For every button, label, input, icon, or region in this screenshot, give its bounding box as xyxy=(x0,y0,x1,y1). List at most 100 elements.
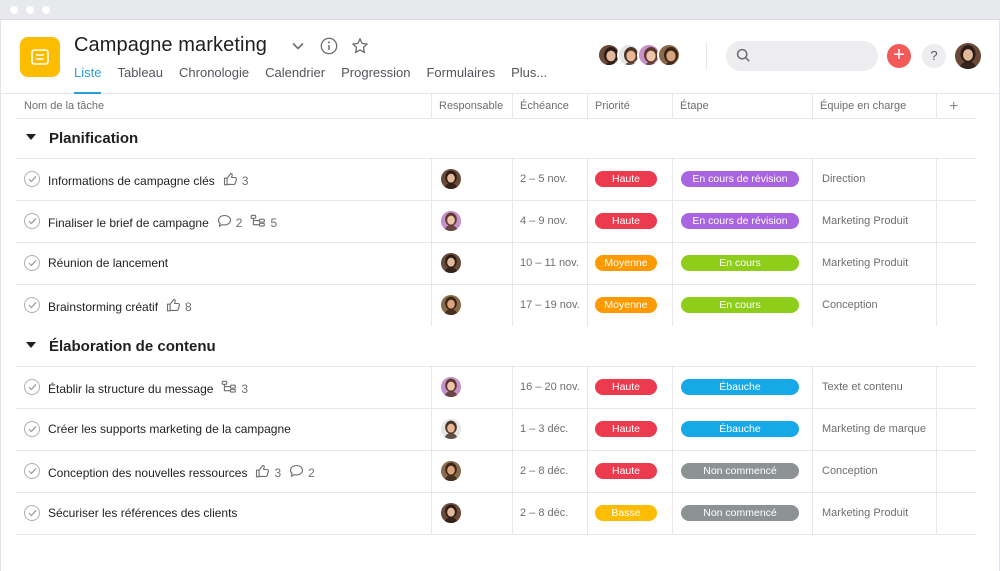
star-icon[interactable] xyxy=(350,36,370,56)
tab-calendrier[interactable]: Calendrier xyxy=(265,64,325,94)
comment-count[interactable]: 2 xyxy=(217,214,242,231)
team-label[interactable]: Direction xyxy=(822,173,865,185)
table-row[interactable]: Sécuriser les références des clients 2 – … xyxy=(16,492,976,534)
priority-badge[interactable]: Moyenne xyxy=(595,255,657,271)
assignee-avatar[interactable] xyxy=(441,377,461,397)
complete-checkbox[interactable] xyxy=(24,505,40,521)
due-date[interactable]: 17 – 19 nov. xyxy=(520,299,580,311)
task-name[interactable]: Sécuriser les références des clients xyxy=(48,506,237,520)
task-name[interactable]: Réunion de lancement xyxy=(48,256,168,270)
help-button[interactable]: ? xyxy=(922,44,946,68)
subtask-icon xyxy=(221,380,241,397)
column-priority[interactable]: Priorité xyxy=(587,94,630,119)
tab-liste[interactable]: Liste xyxy=(74,64,102,94)
table-row[interactable]: Réunion de lancement 10 – 11 nov. Moyenne E… xyxy=(16,242,976,284)
complete-checkbox[interactable] xyxy=(24,421,40,437)
due-date[interactable]: 10 – 11 nov. xyxy=(520,257,579,269)
team-label[interactable]: Texte et contenu xyxy=(822,381,903,393)
section-planification[interactable]: Planification xyxy=(16,120,976,158)
project-members[interactable] xyxy=(597,43,681,69)
priority-badge[interactable]: Moyenne xyxy=(595,297,657,313)
team-label[interactable]: Marketing Produit xyxy=(822,257,908,269)
add-column-button[interactable]: + xyxy=(942,94,958,119)
stage-badge[interactable]: En cours de révision xyxy=(681,171,799,187)
assignee-avatar[interactable] xyxy=(441,419,461,439)
tab-progression[interactable]: Progression xyxy=(341,64,410,94)
stage-badge[interactable]: En cours de révision xyxy=(681,213,799,229)
due-date[interactable]: 2 – 8 déc. xyxy=(520,465,568,477)
table-row[interactable]: Créer les supports marketing de la campa… xyxy=(16,408,976,450)
like-count[interactable]: 8 xyxy=(166,298,192,315)
task-name[interactable]: Établir la structure du message 3 xyxy=(48,380,248,397)
task-name[interactable]: Brainstorming créatif 8 xyxy=(48,298,192,315)
collapse-triangle-icon[interactable] xyxy=(26,342,36,348)
like-count[interactable]: 3 xyxy=(223,172,248,189)
column-due-date[interactable]: Échéance xyxy=(512,94,569,119)
stage-badge[interactable]: Non commencé xyxy=(681,463,799,479)
column-team[interactable]: Équipe en charge xyxy=(812,94,906,119)
task-name[interactable]: Finaliser le brief de campagne 2 5 xyxy=(48,214,277,231)
chevron-down-icon[interactable] xyxy=(288,36,308,56)
add-button[interactable]: + xyxy=(887,44,911,68)
priority-badge[interactable]: Haute xyxy=(595,463,657,479)
team-label[interactable]: Marketing Produit xyxy=(822,215,908,227)
tab-plus[interactable]: Plus... xyxy=(511,64,547,94)
list-document-icon[interactable] xyxy=(20,37,60,77)
priority-badge[interactable]: Haute xyxy=(595,213,657,229)
tab-tableau[interactable]: Tableau xyxy=(117,64,163,94)
priority-badge[interactable]: Haute xyxy=(595,421,657,437)
table-row[interactable]: Établir la structure du message 3 16 – 20 … xyxy=(16,366,976,408)
table-row[interactable]: Finaliser le brief de campagne 2 5 4 – 9 no… xyxy=(16,200,976,242)
subtask-count[interactable]: 5 xyxy=(250,214,277,231)
assignee-avatar[interactable] xyxy=(441,253,461,273)
table-row[interactable]: Brainstorming créatif 8 17 – 19 nov. Moyenn… xyxy=(16,284,976,326)
due-date[interactable]: 16 – 20 nov. xyxy=(520,381,580,393)
complete-checkbox[interactable] xyxy=(24,171,40,187)
stage-badge[interactable]: Ébauche xyxy=(681,421,799,437)
assignee-avatar[interactable] xyxy=(441,295,461,315)
like-count[interactable]: 3 xyxy=(255,464,281,481)
assignee-avatar[interactable] xyxy=(441,211,461,231)
user-avatar[interactable] xyxy=(955,43,981,69)
priority-badge[interactable]: Haute xyxy=(595,379,657,395)
complete-checkbox[interactable] xyxy=(24,255,40,271)
complete-checkbox[interactable] xyxy=(24,213,40,229)
tab-chronologie[interactable]: Chronologie xyxy=(179,64,249,94)
team-label[interactable]: Conception xyxy=(822,299,878,311)
assignee-avatar[interactable] xyxy=(441,503,461,523)
complete-checkbox[interactable] xyxy=(24,297,40,313)
stage-badge[interactable]: Non commencé xyxy=(681,505,799,521)
due-date[interactable]: 2 – 8 déc. xyxy=(520,507,568,519)
assignee-avatar[interactable] xyxy=(441,461,461,481)
info-icon[interactable] xyxy=(319,36,339,56)
priority-badge[interactable]: Basse xyxy=(595,505,657,521)
avatar[interactable] xyxy=(657,43,681,67)
assignee-avatar[interactable] xyxy=(441,169,461,189)
due-date[interactable]: 2 – 5 nov. xyxy=(520,173,568,185)
team-label[interactable]: Marketing Produit xyxy=(822,507,908,519)
stage-badge[interactable]: En cours xyxy=(681,255,799,271)
tab-formulaires[interactable]: Formulaires xyxy=(426,64,495,94)
task-name[interactable]: Créer les supports marketing de la campa… xyxy=(48,422,291,436)
table-row[interactable]: Conception des nouvelles ressources 3 2 2 –… xyxy=(16,450,976,492)
collapse-triangle-icon[interactable] xyxy=(26,134,36,140)
complete-checkbox[interactable] xyxy=(24,379,40,395)
task-name[interactable]: Informations de campagne clés 3 xyxy=(48,172,248,189)
stage-badge[interactable]: En cours xyxy=(681,297,799,313)
team-label[interactable]: Marketing de marque xyxy=(822,423,926,435)
search-input[interactable] xyxy=(726,41,878,71)
complete-checkbox[interactable] xyxy=(24,463,40,479)
section-elaboration[interactable]: Élaboration de contenu xyxy=(16,328,976,366)
due-date[interactable]: 1 – 3 déc. xyxy=(520,423,568,435)
due-date[interactable]: 4 – 9 nov. xyxy=(520,215,568,227)
column-stage[interactable]: Étape xyxy=(672,94,709,119)
priority-badge[interactable]: Haute xyxy=(595,171,657,187)
task-name[interactable]: Conception des nouvelles ressources 3 2 xyxy=(48,464,315,481)
subtask-count[interactable]: 3 xyxy=(221,380,248,397)
stage-badge[interactable]: Ébauche xyxy=(681,379,799,395)
team-label[interactable]: Conception xyxy=(822,465,878,477)
column-task-name[interactable]: Nom de la tâche xyxy=(16,94,104,119)
comment-count[interactable]: 2 xyxy=(289,464,315,481)
table-row[interactable]: Informations de campagne clés 3 2 – 5 nov.… xyxy=(16,158,976,200)
column-assignee[interactable]: Responsable xyxy=(431,94,503,119)
